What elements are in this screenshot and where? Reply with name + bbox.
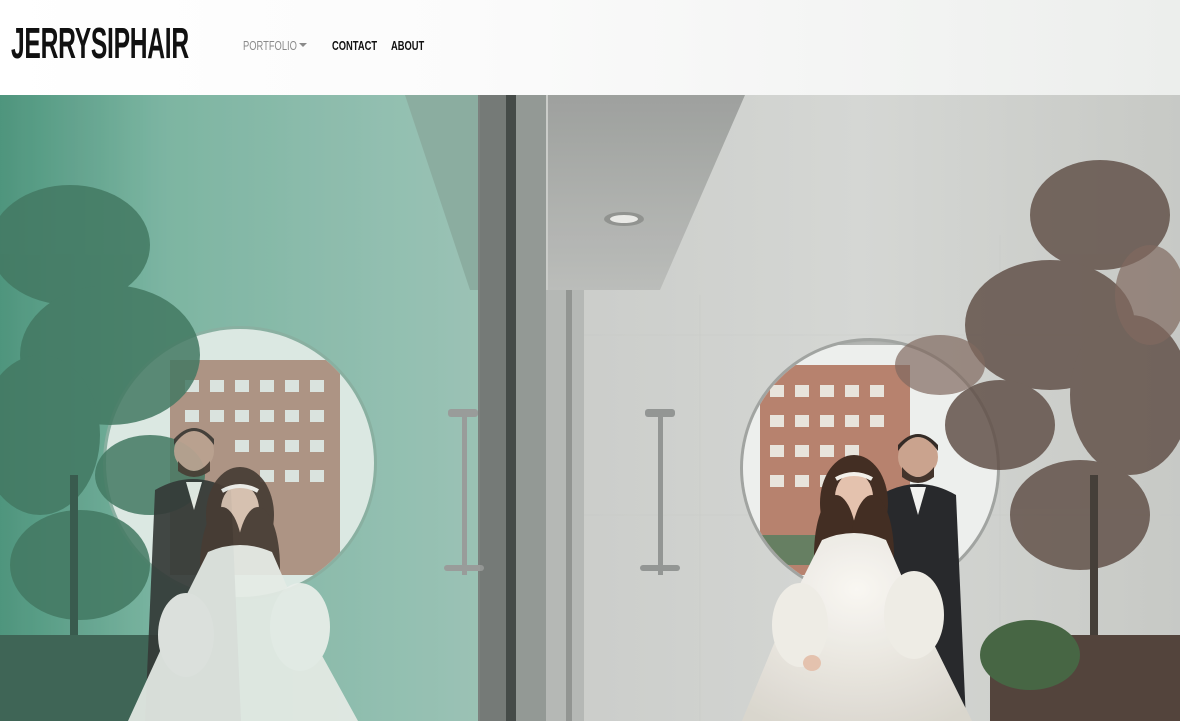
chevron-down-icon[interactable] — [299, 43, 307, 47]
nav-portfolio-link[interactable]: PORTFOLIO — [243, 36, 297, 54]
nav-contact-link[interactable]: CONTACT — [332, 36, 377, 54]
wedding-photo — [0, 95, 1180, 721]
site-header: JERRYSIPHAIR PORTFOLIO CONTACT ABOUT — [0, 0, 1180, 95]
nav-about-link[interactable]: ABOUT — [391, 36, 424, 54]
site-logo[interactable]: JERRYSIPHAIR — [11, 21, 213, 67]
hero-photo — [0, 95, 1180, 721]
